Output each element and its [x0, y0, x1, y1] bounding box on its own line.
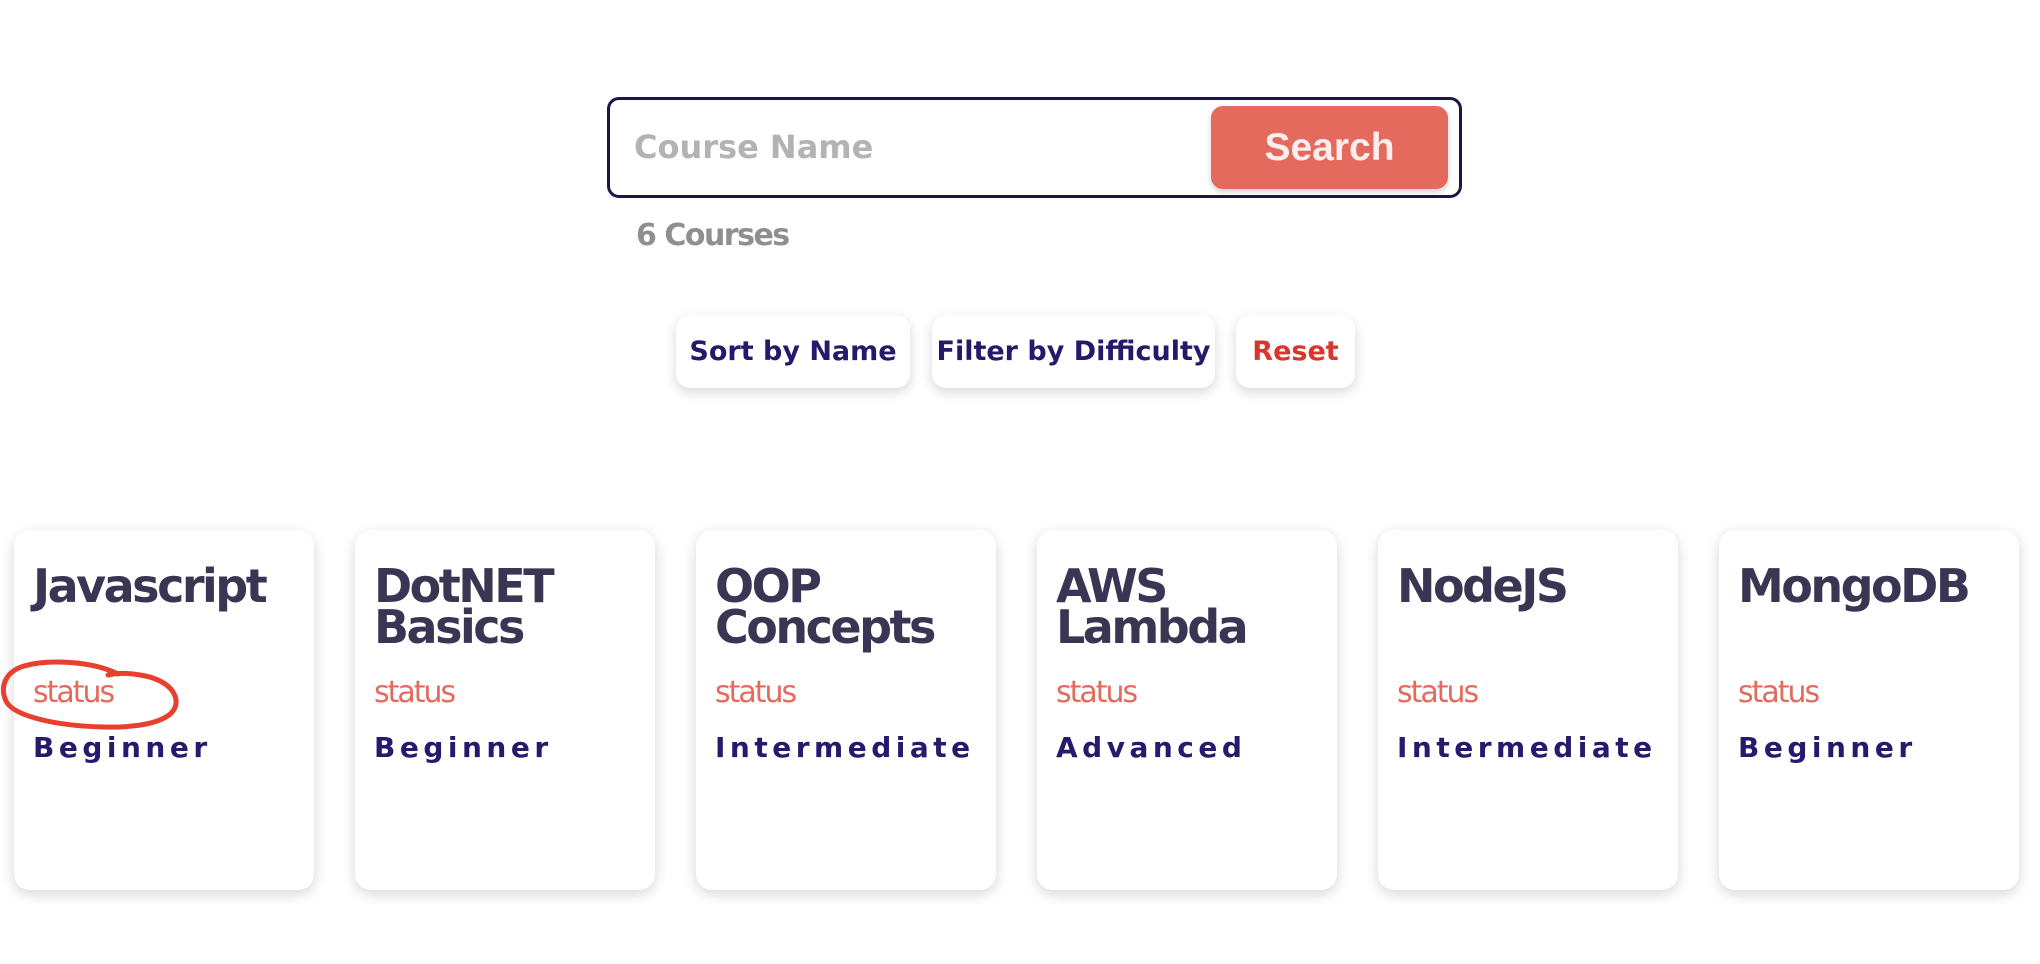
reset-button[interactable]: Reset [1236, 315, 1355, 388]
course-difficulty: Intermediate [1397, 731, 1657, 764]
course-difficulty: Advanced [1056, 731, 1247, 764]
course-card-aws-lambda[interactable]: AWS Lambda status Advanced [1037, 530, 1337, 890]
course-title: OOP Concepts [715, 559, 936, 654]
course-status: status [715, 675, 797, 710]
course-title: NodeJS [1397, 559, 1569, 613]
course-card-mongodb[interactable]: MongoDB status Beginner [1719, 530, 2019, 890]
sort-by-name-button[interactable]: Sort by Name [676, 315, 910, 388]
course-title: MongoDB [1738, 559, 1971, 613]
filter-by-difficulty-button[interactable]: Filter by Difficulty [932, 315, 1215, 388]
course-title: DotNET Basics [374, 559, 555, 654]
course-title: Javascript [33, 559, 268, 613]
search-button[interactable]: Search [1211, 106, 1448, 189]
course-status: status [1056, 675, 1138, 710]
course-name-input[interactable] [634, 118, 1194, 176]
course-card-dotnet-basics[interactable]: DotNET Basics status Beginner [355, 530, 655, 890]
course-difficulty: Beginner [374, 731, 553, 764]
course-status: status [33, 675, 115, 710]
search-bar: Search [607, 97, 1462, 198]
course-count: 6 Courses [636, 218, 790, 253]
course-status: status [1397, 675, 1479, 710]
course-card-javascript[interactable]: Javascript status Beginner [14, 530, 314, 890]
course-status: status [1738, 675, 1820, 710]
course-difficulty: Intermediate [715, 731, 975, 764]
course-difficulty: Beginner [33, 731, 212, 764]
course-title: AWS Lambda [1056, 559, 1249, 654]
course-difficulty: Beginner [1738, 731, 1917, 764]
course-status: status [374, 675, 456, 710]
course-card-nodejs[interactable]: NodeJS status Intermediate [1378, 530, 1678, 890]
course-card-oop-concepts[interactable]: OOP Concepts status Intermediate [696, 530, 996, 890]
